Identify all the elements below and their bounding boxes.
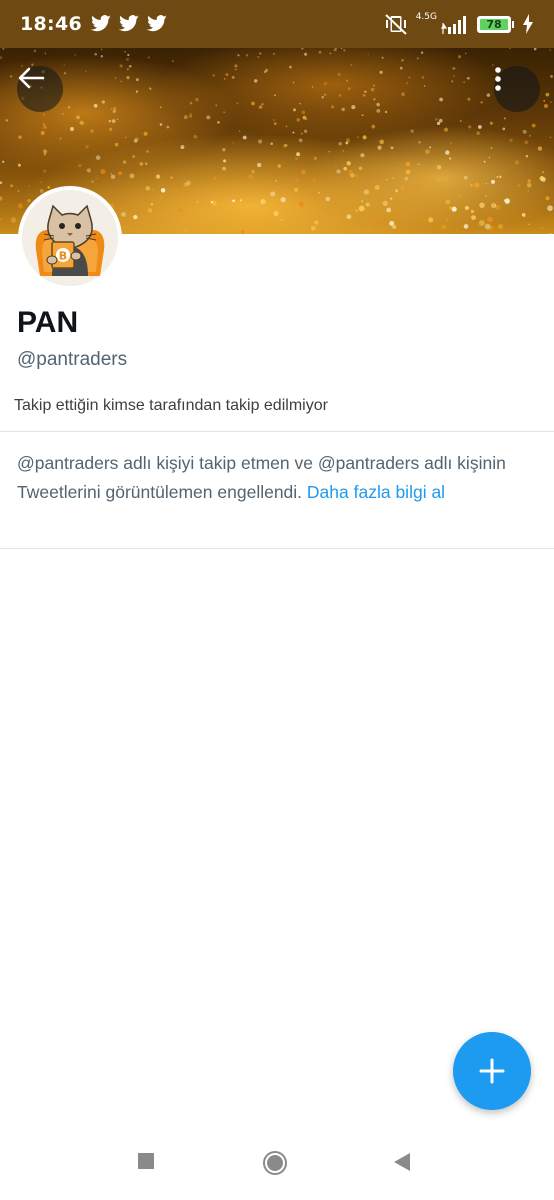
avatar[interactable]: B (18, 186, 122, 290)
recent-apps-button[interactable] (137, 1152, 155, 1170)
arrow-left-icon (18, 67, 45, 89)
home-button[interactable] (262, 1150, 288, 1176)
battery-icon: 78 (477, 15, 514, 33)
back-button[interactable] (17, 66, 63, 112)
svg-text:B: B (59, 250, 67, 263)
notification-icons (90, 15, 168, 33)
display-name: PAN (17, 306, 79, 339)
divider (0, 548, 554, 549)
more-options-button[interactable] (494, 66, 540, 112)
twitter-notification-icon (146, 15, 167, 32)
system-navigation-bar (0, 1130, 554, 1200)
divider (0, 431, 554, 432)
user-handle: @pantraders (17, 349, 128, 370)
system-back-button[interactable] (393, 1152, 411, 1172)
twitter-notification-icon (90, 15, 111, 32)
charging-bolt-icon (523, 14, 533, 34)
learn-more-link[interactable]: Daha fazla bilgi al (307, 482, 445, 502)
followed-by-info: Takip ettiğin kimse tarafından takip edi… (14, 397, 328, 414)
vibrate-muted-icon (385, 14, 407, 35)
battery-level: 78 (480, 18, 508, 30)
twitter-notification-icon (118, 15, 139, 32)
status-bar: 18:46 4.5G 78 (0, 0, 554, 48)
network-type-label: 4.5G (415, 11, 437, 22)
blocked-notice: @pantraders adlı kişiyi takip etmen ve @… (17, 449, 537, 507)
status-time: 18:46 (20, 13, 82, 35)
compose-tweet-button[interactable] (453, 1032, 531, 1110)
system-status-icons: 4.5G 78 (384, 11, 534, 35)
signal-icon (440, 16, 466, 34)
cat-reading-avatar-image: B (22, 190, 118, 286)
more-vertical-icon (495, 67, 501, 91)
plus-icon (479, 1058, 505, 1084)
